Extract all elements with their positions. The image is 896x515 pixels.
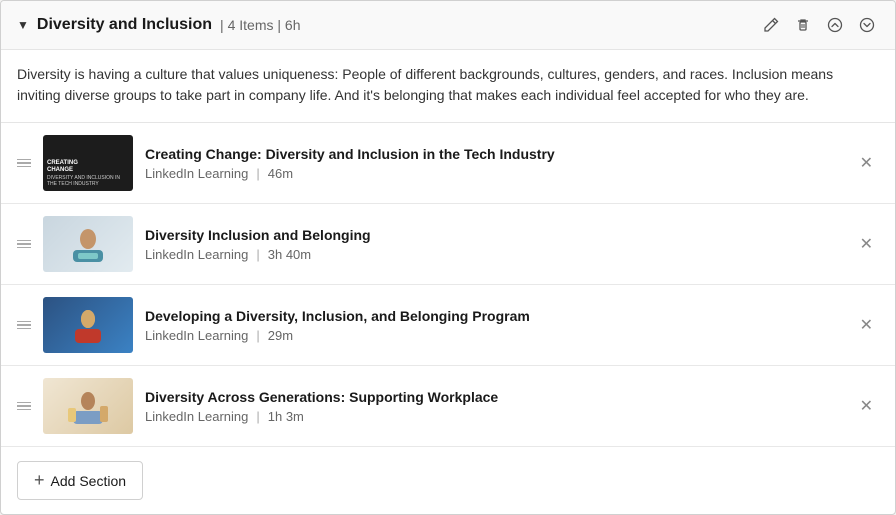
items-list: CreatingChange DIVERSITY AND INCLUSION I… (1, 123, 895, 447)
item-title: Developing a Diversity, Inclusion, and B… (145, 308, 842, 324)
item-meta: LinkedIn Learning | 29m (145, 328, 842, 343)
item-title: Diversity Across Generations: Supporting… (145, 389, 842, 405)
drag-handle[interactable] (17, 402, 31, 411)
list-item: Diversity Inclusion and Belonging Linked… (1, 204, 895, 285)
chevron-down-circle-icon (859, 17, 875, 33)
trash-icon (795, 17, 811, 33)
item-meta: LinkedIn Learning | 3h 40m (145, 247, 842, 262)
item-meta: LinkedIn Learning | 46m (145, 166, 842, 181)
move-up-button[interactable] (823, 13, 847, 37)
plus-icon: + (34, 470, 45, 491)
section-meta: | 4 Items | 6h (220, 17, 300, 33)
item-info: Developing a Diversity, Inclusion, and B… (145, 308, 842, 343)
section-header-left: ▼ Diversity and Inclusion | 4 Items | 6h (17, 16, 759, 34)
list-item: Diversity Across Generations: Supporting… (1, 366, 895, 447)
list-item: Developing a Diversity, Inclusion, and B… (1, 285, 895, 366)
chevron-up-circle-icon (827, 17, 843, 33)
item-info: Diversity Inclusion and Belonging Linked… (145, 227, 842, 262)
item-thumbnail (43, 216, 133, 272)
woman-red-illustration (63, 305, 113, 345)
item-title: Creating Change: Diversity and Inclusion… (145, 146, 842, 162)
woman-books-illustration (63, 386, 113, 426)
section-description: Diversity is having a culture that value… (1, 50, 895, 123)
add-section-button[interactable]: + Add Section (17, 461, 143, 500)
section-actions (759, 13, 879, 37)
drag-handle[interactable] (17, 240, 31, 249)
remove-item-button[interactable]: ✕ (854, 149, 879, 177)
learning-section-panel: ▼ Diversity and Inclusion | 4 Items | 6h (0, 0, 896, 515)
item-meta: LinkedIn Learning | 1h 3m (145, 409, 842, 424)
add-section-label: Add Section (51, 473, 127, 489)
item-thumbnail (43, 378, 133, 434)
item-thumbnail: CreatingChange DIVERSITY AND INCLUSION I… (43, 135, 133, 191)
delete-button[interactable] (791, 13, 815, 37)
move-down-button[interactable] (855, 13, 879, 37)
drag-handle[interactable] (17, 321, 31, 330)
remove-item-button[interactable]: ✕ (854, 392, 879, 420)
item-info: Diversity Across Generations: Supporting… (145, 389, 842, 424)
drag-handle[interactable] (17, 159, 31, 168)
section-header: ▼ Diversity and Inclusion | 4 Items | 6h (1, 1, 895, 50)
collapse-chevron-icon[interactable]: ▼ (17, 18, 29, 32)
item-title: Diversity Inclusion and Belonging (145, 227, 842, 243)
list-item: CreatingChange DIVERSITY AND INCLUSION I… (1, 123, 895, 204)
edit-button[interactable] (759, 13, 783, 37)
woman-laptop-illustration (63, 224, 113, 264)
remove-item-button[interactable]: ✕ (854, 230, 879, 258)
item-info: Creating Change: Diversity and Inclusion… (145, 146, 842, 181)
section-title: Diversity and Inclusion (37, 16, 212, 34)
edit-icon (763, 17, 779, 33)
add-section-area: + Add Section (1, 447, 895, 514)
remove-item-button[interactable]: ✕ (854, 311, 879, 339)
item-thumbnail (43, 297, 133, 353)
